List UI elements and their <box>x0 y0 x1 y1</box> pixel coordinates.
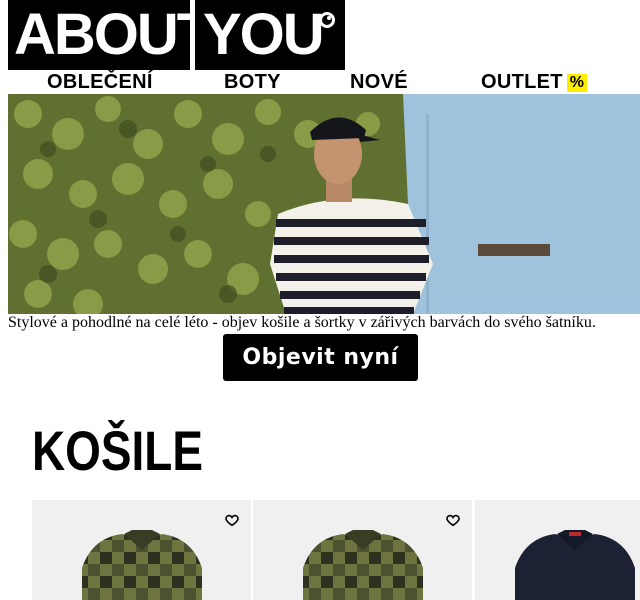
hero-image[interactable] <box>8 94 640 314</box>
section-title-shirts: KOŠILE <box>32 419 203 482</box>
discover-now-button[interactable]: Objevit nyní <box>223 334 418 381</box>
heart-outline-icon[interactable] <box>224 512 240 528</box>
main-nav: OBLEČENÍ BOTY NOVÉ OUTLET% <box>0 70 640 94</box>
hero-photo-illustration <box>8 94 640 314</box>
logo-about: ABOUT <box>8 0 212 70</box>
product-image <box>303 530 423 600</box>
nav-item-clothing[interactable]: OBLEČENÍ <box>47 70 153 94</box>
outlet-percent-badge: % <box>566 74 588 92</box>
nav-item-shoes[interactable]: BOTY <box>224 70 281 94</box>
heart-outline-icon[interactable] <box>445 512 461 528</box>
nav-item-new[interactable]: NOVÉ <box>350 70 408 94</box>
product-image <box>515 530 635 600</box>
nav-item-outlet[interactable]: OUTLET% <box>481 70 588 94</box>
logo-you: YOU <box>195 0 345 70</box>
logo-circle-icon <box>319 12 335 28</box>
product-grid <box>32 500 640 600</box>
nav-item-outlet-label: OUTLET <box>481 71 563 93</box>
product-image <box>82 530 202 600</box>
product-card[interactable] <box>32 500 251 600</box>
product-card[interactable] <box>475 500 640 600</box>
logo-you-text: YOU <box>203 2 325 67</box>
product-card[interactable] <box>253 500 472 600</box>
hero-caption: Stylové a pohodlné na celé léto - objev … <box>8 314 596 331</box>
about-you-logo[interactable]: ABOUT YOU <box>8 0 345 70</box>
